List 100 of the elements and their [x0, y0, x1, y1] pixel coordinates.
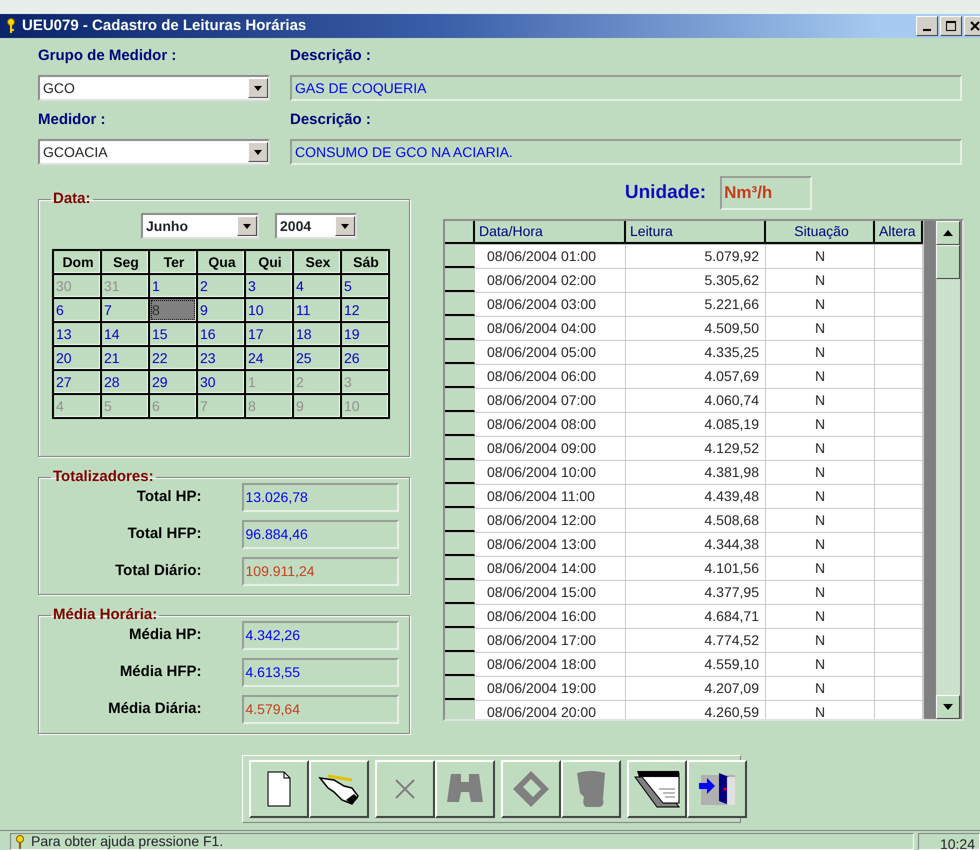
- row-selector[interactable]: [445, 533, 475, 556]
- column-header[interactable]: Altera: [875, 221, 923, 244]
- unit-field: Nm³/h: [720, 176, 812, 210]
- table-cell: 08/06/2004 12:00: [475, 509, 626, 532]
- row-selector[interactable]: [445, 485, 475, 508]
- new-button[interactable]: [249, 760, 309, 818]
- column-header[interactable]: Situação: [766, 221, 875, 244]
- calendar-day[interactable]: 1: [150, 275, 196, 297]
- row-selector[interactable]: [445, 581, 475, 604]
- dropdown-button[interactable]: [248, 78, 268, 98]
- table-cell: 5.079,92: [626, 245, 766, 268]
- table-cell: 08/06/2004 18:00: [475, 653, 626, 676]
- calendar-day[interactable]: 10: [246, 299, 292, 321]
- calendar-day[interactable]: 21: [102, 347, 148, 369]
- calendar-day[interactable]: 22: [150, 347, 196, 369]
- calendar-day[interactable]: 19: [342, 323, 388, 345]
- row-selector[interactable]: [445, 341, 475, 364]
- calendar-day[interactable]: 18: [294, 323, 340, 345]
- calendar-day[interactable]: 24: [246, 347, 292, 369]
- calendar-day[interactable]: 17: [246, 323, 292, 345]
- calendar-day[interactable]: 14: [102, 323, 148, 345]
- row-selector[interactable]: [445, 653, 475, 676]
- row-selector[interactable]: [445, 269, 475, 292]
- calendar-day[interactable]: 28: [102, 371, 148, 393]
- calendar-day[interactable]: 6: [54, 299, 100, 321]
- close-button[interactable]: [964, 16, 980, 36]
- column-header[interactable]: Leitura: [626, 221, 766, 244]
- calendar-day[interactable]: 5: [342, 275, 388, 297]
- description-field: CONSUMO DE GCO NA ACIARIA.: [290, 139, 962, 165]
- calendar-day[interactable]: 2: [198, 275, 244, 297]
- minimize-button[interactable]: [916, 16, 938, 36]
- calendar-day[interactable]: 20: [54, 347, 100, 369]
- row-selector[interactable]: [445, 677, 475, 700]
- row-selector[interactable]: [445, 413, 475, 436]
- calendar-day[interactable]: 3: [246, 275, 292, 297]
- calendar-day[interactable]: 29: [150, 371, 196, 393]
- month-combo[interactable]: Junho: [141, 213, 259, 239]
- weekday-header: Qui: [246, 251, 292, 273]
- table-cell: 08/06/2004 02:00: [475, 269, 626, 292]
- table-cell: 08/06/2004 09:00: [475, 437, 626, 460]
- row-selector[interactable]: [445, 461, 475, 484]
- cross-icon: [394, 778, 416, 800]
- table-cell: N: [766, 293, 875, 316]
- row-selector[interactable]: [445, 437, 475, 460]
- dropdown-button[interactable]: [335, 216, 355, 236]
- table-cell: N: [766, 581, 875, 604]
- calendar-day[interactable]: 4: [294, 275, 340, 297]
- column-header[interactable]: Data/Hora: [475, 221, 626, 244]
- table-cell: 08/06/2004 04:00: [475, 317, 626, 340]
- total-label: Total HP:: [136, 487, 202, 508]
- combo-box[interactable]: GCO: [38, 75, 270, 101]
- calendar-day[interactable]: 7: [102, 299, 148, 321]
- table-cell: 08/06/2004 07:00: [475, 389, 626, 412]
- year-combo[interactable]: 2004: [275, 213, 357, 239]
- calendar-day[interactable]: 30: [198, 371, 244, 393]
- edit-button[interactable]: [309, 760, 369, 818]
- exit-button[interactable]: [687, 760, 747, 818]
- calendar-day[interactable]: 13: [54, 323, 100, 345]
- weekday-header: Ter: [150, 251, 196, 273]
- table-cell: 08/06/2004 10:00: [475, 461, 626, 484]
- row-selector[interactable]: [445, 317, 475, 340]
- table-cell: 4.774,52: [626, 629, 766, 652]
- scroll-thumb[interactable]: [936, 245, 960, 279]
- row-selector[interactable]: [445, 509, 475, 532]
- calendar-day[interactable]: 26: [342, 347, 388, 369]
- field-label: Descrição :: [290, 111, 372, 129]
- table-cell: 08/06/2004 15:00: [475, 581, 626, 604]
- dropdown-button[interactable]: [237, 216, 257, 236]
- row-selector[interactable]: [445, 629, 475, 652]
- dropdown-button[interactable]: [248, 142, 268, 162]
- table-cell: N: [766, 317, 875, 340]
- row-selector[interactable]: [445, 293, 475, 316]
- row-selector[interactable]: [445, 365, 475, 388]
- total-label: Média Diária:: [107, 699, 202, 720]
- calendar-day[interactable]: 9: [198, 299, 244, 321]
- window-title: UEU079 - Cadastro de Leituras Horárias: [22, 16, 306, 36]
- table-cell: N: [766, 389, 875, 412]
- calendar-day[interactable]: 12: [342, 299, 388, 321]
- table-cell: N: [766, 629, 875, 652]
- field-label: Medidor :: [38, 111, 106, 129]
- table-cell: N: [766, 557, 875, 580]
- report-button[interactable]: [627, 760, 687, 818]
- table-cell: N: [766, 413, 875, 436]
- row-selector[interactable]: [445, 389, 475, 412]
- calendar-day[interactable]: 15: [150, 323, 196, 345]
- row-selector[interactable]: [445, 557, 475, 580]
- calendar-day[interactable]: 27: [54, 371, 100, 393]
- table-cell: 4.260,59: [626, 701, 766, 719]
- calendar-day[interactable]: 16: [198, 323, 244, 345]
- calendar-day[interactable]: 25: [294, 347, 340, 369]
- combo-box[interactable]: GCOACIA: [38, 139, 270, 165]
- calendar-day[interactable]: 23: [198, 347, 244, 369]
- scrollbar[interactable]: [936, 221, 960, 719]
- maximize-button[interactable]: [940, 16, 962, 36]
- calendar-day[interactable]: 11: [294, 299, 340, 321]
- caret-icon: [242, 222, 252, 230]
- row-selector[interactable]: [445, 605, 475, 628]
- scroll-down-icon: [943, 704, 953, 710]
- table-cell: 08/06/2004 20:00: [475, 701, 626, 719]
- row-selector[interactable]: [445, 245, 475, 268]
